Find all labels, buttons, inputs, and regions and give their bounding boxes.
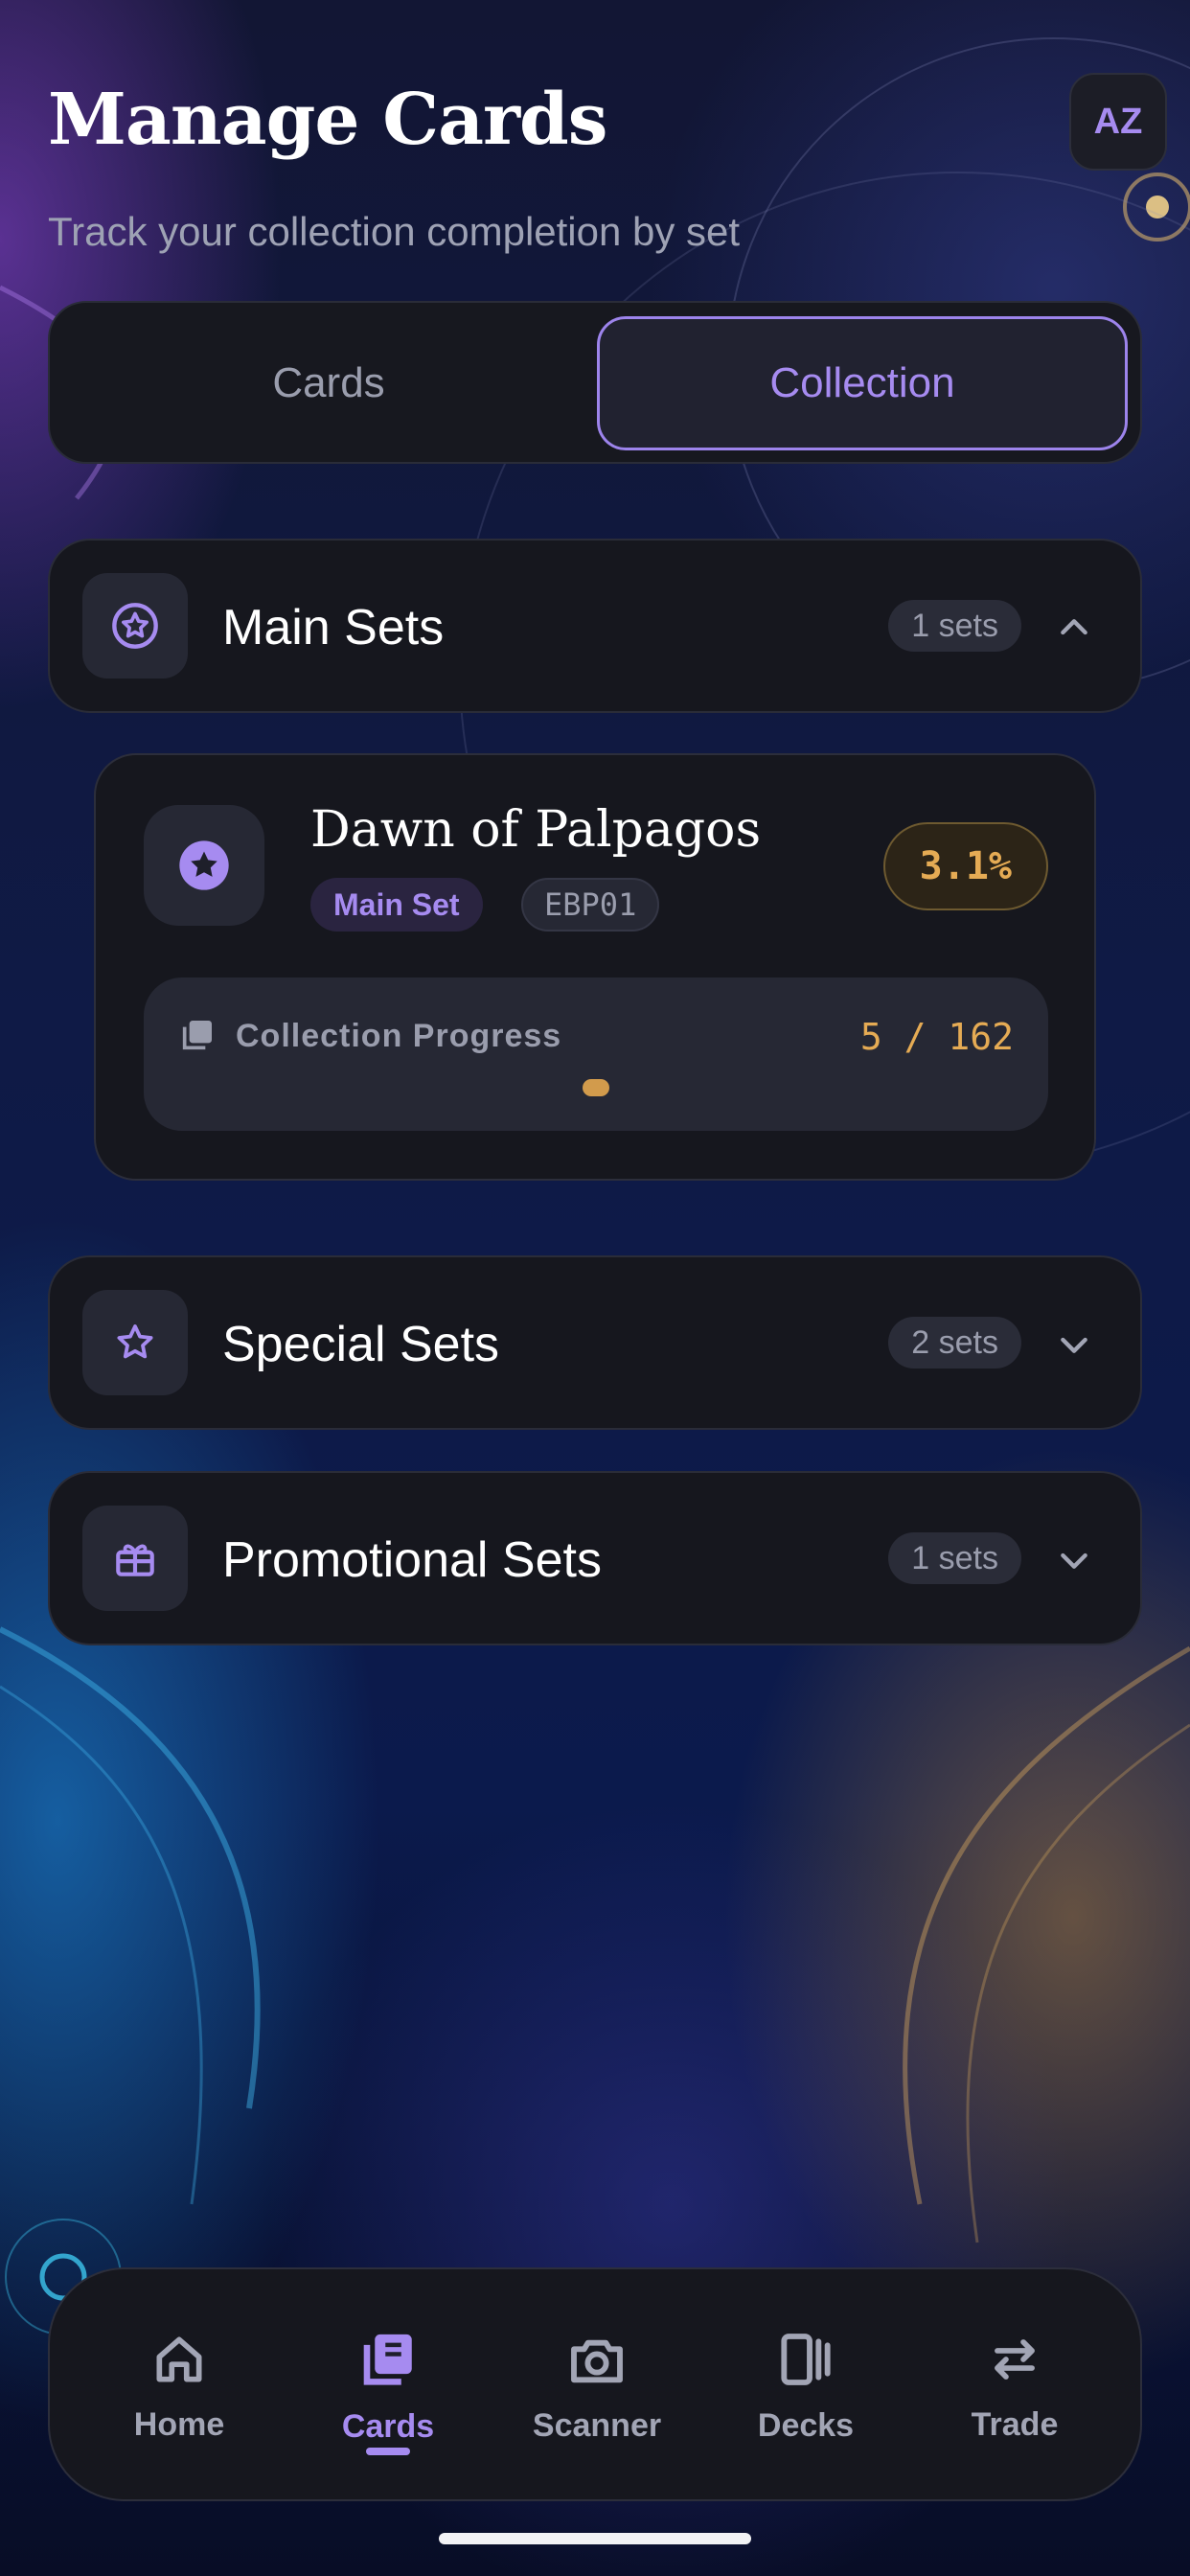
section-title: Main Sets — [222, 600, 445, 656]
view-segmented-control: Cards Collection — [48, 301, 1142, 464]
chevron-up-icon — [1050, 604, 1098, 652]
page-title: Manage Cards — [48, 79, 607, 161]
collection-stack-icon — [178, 1016, 217, 1059]
collection-progress-panel: Collection Progress 5 / 162 — [144, 978, 1048, 1131]
section-title: Special Sets — [222, 1317, 500, 1372]
gift-icon — [82, 1506, 188, 1611]
section-count-badge: 2 sets — [888, 1317, 1021, 1368]
active-tab-indicator — [366, 2448, 410, 2455]
set-type-tag: Main Set — [310, 878, 483, 932]
sort-az-icon: AZ — [1093, 101, 1143, 142]
progress-fill — [583, 1079, 609, 1096]
segment-collection[interactable]: Collection — [597, 316, 1128, 450]
completion-percent-badge: 3.1% — [882, 822, 1048, 910]
decks-icon — [781, 2333, 831, 2385]
tab-decks[interactable]: Decks — [701, 2269, 910, 2503]
tab-scanner[interactable]: Scanner — [492, 2269, 701, 2503]
page-subtitle: Track your collection completion by set — [48, 209, 741, 254]
trade-arrows-icon — [995, 2338, 1035, 2380]
tab-label: Scanner — [532, 2406, 662, 2444]
home-icon — [156, 2335, 202, 2382]
section-count-badge: 1 sets — [888, 1532, 1021, 1584]
tab-label: Cards — [341, 2407, 435, 2445]
set-card-dawn-of-palpagos[interactable]: Dawn of Palpagos Main Set EBP01 3.1% Col… — [94, 753, 1096, 1181]
star-circle-icon — [82, 573, 188, 678]
tab-label: Decks — [757, 2406, 855, 2444]
set-code-tag: EBP01 — [521, 878, 660, 932]
cards-icon — [363, 2334, 412, 2385]
sort-button[interactable]: AZ — [1069, 73, 1167, 171]
segment-cards[interactable]: Cards — [63, 316, 594, 450]
tab-home[interactable]: Home — [75, 2269, 284, 2503]
tab-label: Home — [133, 2405, 225, 2443]
chevron-down-icon — [1050, 1321, 1098, 1368]
star-badge-icon — [144, 805, 264, 926]
chevron-down-icon — [1050, 1536, 1098, 1584]
section-promotional-sets[interactable]: Promotional Sets 1 sets — [48, 1471, 1142, 1645]
progress-label: Collection Progress — [236, 1018, 562, 1054]
progress-track — [178, 1079, 1014, 1096]
star-icon — [82, 1290, 188, 1395]
section-special-sets[interactable]: Special Sets 2 sets — [48, 1255, 1142, 1430]
tab-label: Trade — [971, 2405, 1059, 2443]
section-title: Promotional Sets — [222, 1532, 602, 1588]
progress-count: 5 / 162 — [859, 1016, 1014, 1058]
camera-icon — [571, 2339, 623, 2382]
tab-cards[interactable]: Cards — [284, 2269, 492, 2503]
section-count-badge: 1 sets — [888, 600, 1021, 652]
section-main-sets[interactable]: Main Sets 1 sets — [48, 539, 1142, 713]
tab-trade[interactable]: Trade — [910, 2269, 1119, 2503]
bottom-tab-bar: Home Cards Scanner Decks Trade — [48, 2267, 1142, 2501]
home-indicator — [439, 2533, 751, 2544]
set-name: Dawn of Palpagos — [310, 801, 762, 859]
